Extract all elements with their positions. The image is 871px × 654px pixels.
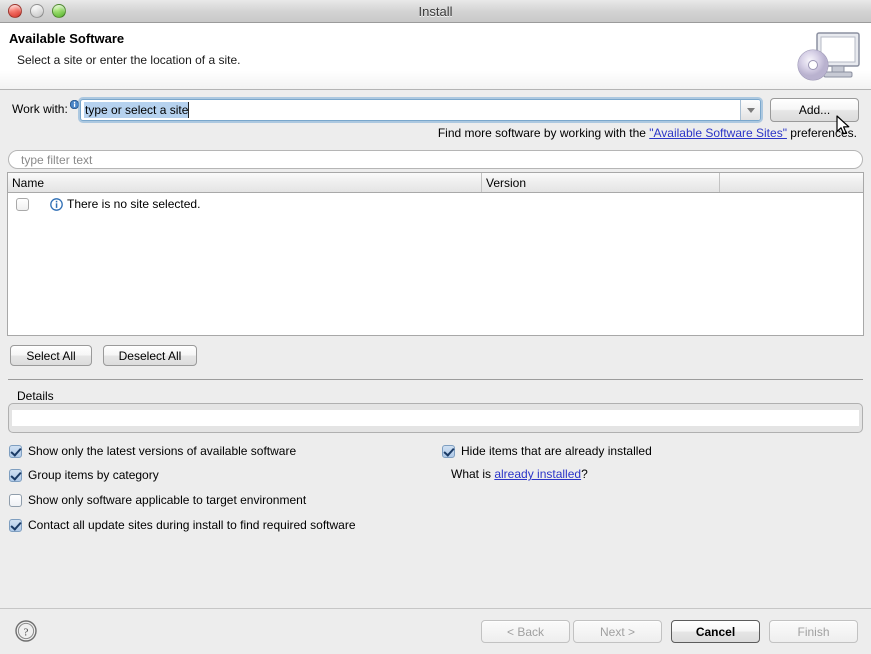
window-titlebar: Install — [0, 0, 871, 23]
page-title: Available Software — [9, 31, 125, 46]
checkbox[interactable] — [9, 518, 22, 532]
close-button[interactable] — [8, 4, 22, 18]
window-title: Install — [418, 3, 453, 19]
find-more-software-text: Find more software by working with the "… — [438, 126, 857, 140]
checkbox[interactable] — [9, 493, 22, 507]
maximize-button[interactable] — [52, 4, 66, 18]
install-wizard-window: Install Available Software Select a site… — [0, 0, 871, 654]
cancel-button[interactable]: Cancel — [671, 620, 760, 643]
details-text — [12, 410, 859, 426]
column-header-extra[interactable] — [720, 173, 863, 192]
option-label: Hide items that are already installed — [461, 444, 652, 458]
minimize-button[interactable] — [30, 4, 44, 18]
checkbox[interactable] — [442, 444, 455, 458]
row-checkbox[interactable] — [16, 197, 29, 211]
find-more-prefix: Find more software by working with the — [437, 126, 650, 140]
chevron-down-icon[interactable] — [740, 100, 760, 120]
what-is-suffix: ? — [581, 467, 588, 481]
wizard-footer: ? < Back Next > Cancel Finish — [0, 608, 871, 654]
already-installed-link[interactable]: already installed — [494, 467, 581, 481]
option-label: Show only the latest versions of availab… — [28, 444, 297, 458]
what-is-prefix: What is — [451, 467, 495, 481]
svg-text:?: ? — [24, 627, 29, 639]
option-show-latest-versions[interactable]: Show only the latest versions of availab… — [9, 444, 296, 458]
option-label: Group items by category — [28, 468, 159, 482]
filter-placeholder: type filter text — [21, 152, 93, 167]
available-software-sites-link[interactable]: "Available Software Sites" — [649, 126, 787, 140]
info-icon — [50, 197, 63, 211]
checkbox[interactable] — [9, 444, 22, 458]
work-with-row: Work with: type or select a site Add... — [0, 98, 871, 124]
option-group-by-category[interactable]: Group items by category — [9, 468, 159, 482]
column-header-name[interactable]: Name — [8, 173, 482, 192]
work-with-combobox[interactable]: type or select a site — [80, 99, 761, 121]
row-name: There is no site selected. — [67, 197, 201, 211]
wizard-body: Work with: type or select a site Add... … — [0, 90, 871, 654]
page-subtitle: Select a site or enter the location of a… — [17, 53, 241, 67]
table-row[interactable]: There is no site selected. — [8, 193, 863, 215]
section-divider — [8, 379, 863, 380]
deselect-all-button[interactable]: Deselect All — [103, 345, 197, 366]
option-applicable-to-target-environment[interactable]: Show only software applicable to target … — [9, 493, 306, 507]
what-is-already-installed-text: What is already installed? — [451, 467, 588, 481]
work-with-value: type or select a site — [84, 102, 190, 118]
option-label: Contact all update sites during install … — [28, 518, 356, 532]
available-software-table[interactable]: Name Version There is no site selected. — [7, 172, 864, 336]
info-icon — [69, 98, 80, 110]
window-controls — [0, 4, 66, 18]
checkbox[interactable] — [9, 468, 22, 482]
work-with-input[interactable]: type or select a site — [81, 100, 740, 120]
help-question-icon[interactable]: ? — [14, 619, 38, 643]
select-all-button[interactable]: Select All — [10, 345, 92, 366]
details-panel — [8, 403, 863, 433]
column-header-version[interactable]: Version — [482, 173, 720, 192]
filter-input[interactable]: type filter text — [8, 150, 863, 169]
monitor-disc-icon — [793, 29, 865, 87]
option-label: Show only software applicable to target … — [28, 493, 307, 507]
work-with-label: Work with: — [12, 102, 68, 116]
option-hide-already-installed[interactable]: Hide items that are already installed — [442, 444, 652, 458]
add-button[interactable]: Add... — [770, 98, 859, 122]
find-more-suffix: preferences. — [786, 126, 857, 140]
finish-button[interactable]: Finish — [769, 620, 858, 643]
table-header: Name Version — [8, 173, 863, 193]
back-button[interactable]: < Back — [481, 620, 570, 643]
option-contact-all-update-sites[interactable]: Contact all update sites during install … — [9, 518, 356, 532]
details-label: Details — [17, 389, 54, 403]
wizard-header: Available Software Select a site or ente… — [0, 23, 871, 90]
next-button[interactable]: Next > — [573, 620, 662, 643]
